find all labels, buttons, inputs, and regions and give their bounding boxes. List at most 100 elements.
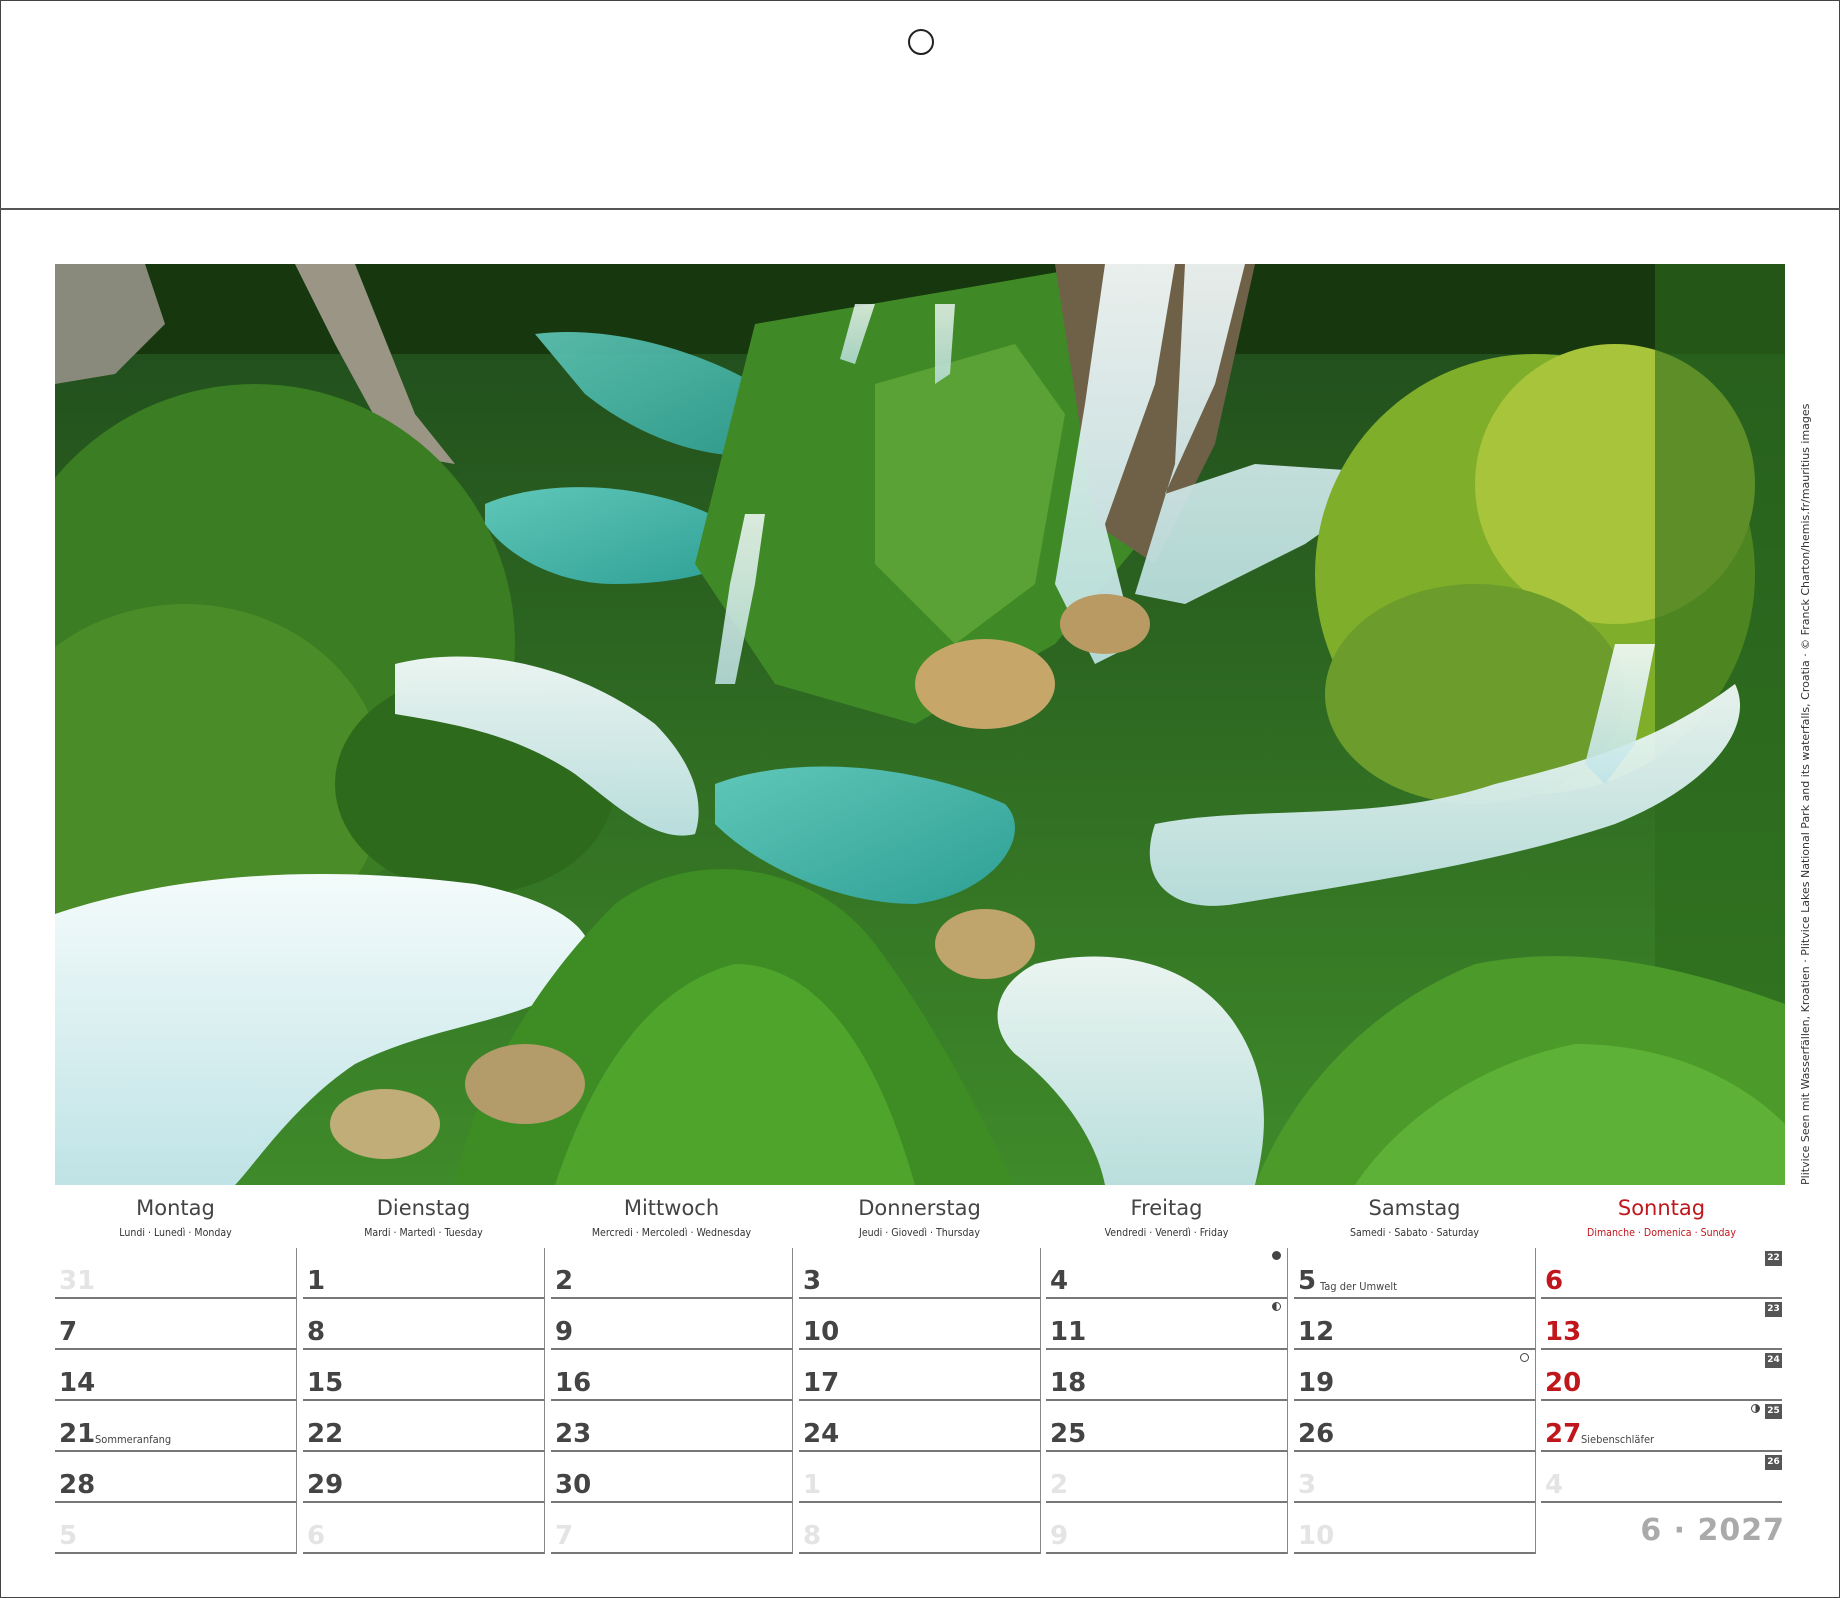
weekday-header-donnerstag: Donnerstag Jeudi · Giovedì · Thursday (799, 1196, 1040, 1239)
weekday-name: Sonntag (1617, 1196, 1706, 1220)
day-cell: 5 (55, 1503, 297, 1554)
day-cell: 22 (303, 1401, 545, 1452)
day-cell: 15 (303, 1350, 545, 1401)
day-cell: 9 (1046, 1503, 1288, 1554)
day-number: 12 (1298, 1317, 1335, 1347)
day-cell: 31 (55, 1248, 297, 1299)
day-number: 31 (59, 1266, 96, 1296)
day-cell: 13 23 (1541, 1299, 1782, 1350)
weekday-header-mittwoch: Mittwoch Mercredi · Mercoledì · Wednesday (551, 1196, 792, 1239)
day-note: Sommeranfang (95, 1433, 172, 1446)
day-number: 22 (307, 1419, 344, 1449)
day-number: 20 (1545, 1368, 1582, 1398)
week-number-badge: 22 (1765, 1251, 1782, 1266)
day-cell: 16 (551, 1350, 793, 1401)
moon-phase-icon (1751, 1404, 1760, 1413)
day-cell: 25 (1046, 1401, 1288, 1452)
day-number: 26 (1298, 1419, 1335, 1449)
day-cell: 20 24 (1541, 1350, 1782, 1401)
day-cell: 7 (55, 1299, 297, 1350)
weekday-name: Mittwoch (623, 1196, 720, 1220)
day-cell: 6 (303, 1503, 545, 1554)
day-number: 28 (59, 1470, 96, 1500)
weekday-header-samstag: Samstag Samedi · Sabato · Saturday (1294, 1196, 1535, 1239)
day-number: 17 (803, 1368, 840, 1398)
weekday-name: Donnerstag (858, 1196, 981, 1220)
weekday-name: Dienstag (376, 1196, 471, 1220)
day-cell: 10 (799, 1299, 1041, 1350)
day-number: 10 (1298, 1521, 1335, 1551)
weekday-translations: Dimanche · Domenica · Sunday (1587, 1227, 1736, 1239)
day-number: 1 (803, 1470, 822, 1500)
day-number: 11 (1050, 1317, 1087, 1347)
moon-phase-icon (1520, 1353, 1529, 1362)
day-cell: 4 26 (1541, 1452, 1782, 1503)
day-number: 21 (59, 1419, 96, 1449)
day-number: 24 (803, 1419, 840, 1449)
day-number: 4 (1545, 1470, 1564, 1500)
day-number: 18 (1050, 1368, 1087, 1398)
day-cell: 8 (799, 1503, 1041, 1554)
day-number: 3 (1298, 1470, 1317, 1500)
day-cell: 28 (55, 1452, 297, 1503)
day-number: 8 (307, 1317, 326, 1347)
weekday-header-sonntag: Sonntag Dimanche · Domenica · Sunday (1541, 1196, 1782, 1239)
day-number: 25 (1050, 1419, 1087, 1449)
calendar-photo (55, 264, 1785, 1185)
day-cell: 1 (799, 1452, 1041, 1503)
weekday-header-freitag: Freitag Vendredi · Venerdì · Friday (1046, 1196, 1287, 1239)
day-note: Siebenschläfer (1581, 1433, 1655, 1446)
moon-phase-icon (1272, 1302, 1281, 1311)
day-cell: 6 22 (1541, 1248, 1782, 1299)
day-cell: 24 (799, 1401, 1041, 1452)
day-number: 9 (555, 1317, 574, 1347)
day-cell: 27 Siebenschläfer 25 (1541, 1401, 1782, 1452)
day-number: 5 (59, 1521, 78, 1551)
moon-phase-icon (1272, 1251, 1281, 1260)
day-number: 3 (803, 1266, 822, 1296)
day-number: 6 (1545, 1266, 1564, 1296)
day-cell: 18 (1046, 1350, 1288, 1401)
weekday-translations: Jeudi · Giovedì · Thursday (859, 1227, 980, 1239)
day-cell: 19 (1294, 1350, 1536, 1401)
day-cell: 2 (551, 1248, 793, 1299)
weekday-translations: Lundi · Lunedì · Monday (119, 1227, 232, 1239)
weekday-translations: Mardi · Martedì · Tuesday (364, 1227, 483, 1239)
day-number: 9 (1050, 1521, 1069, 1551)
day-number: 29 (307, 1470, 344, 1500)
day-cell: 17 (799, 1350, 1041, 1401)
day-number: 15 (307, 1368, 344, 1398)
day-cell: 4 (1046, 1248, 1288, 1299)
day-number: 4 (1050, 1266, 1069, 1296)
day-cell: 30 (551, 1452, 793, 1503)
photo-credit: Plitvice Seen mit Wasserfällen, Kroatien… (1799, 403, 1812, 1185)
day-number: 10 (803, 1317, 840, 1347)
day-cell: 5 Tag der Umwelt (1294, 1248, 1536, 1299)
weekday-name: Montag (136, 1196, 215, 1220)
calendar-header-strip (0, 0, 1840, 210)
weekday-header-montag: Montag Lundi · Lunedì · Monday (55, 1196, 296, 1239)
day-number: 8 (803, 1521, 822, 1551)
day-number: 13 (1545, 1317, 1582, 1347)
day-note: Tag der Umwelt (1320, 1280, 1397, 1293)
day-number: 30 (555, 1470, 592, 1500)
day-number: 14 (59, 1368, 96, 1398)
weekday-translations: Mercredi · Mercoledì · Wednesday (591, 1227, 752, 1239)
day-number: 6 (307, 1521, 326, 1551)
day-number: 7 (555, 1521, 574, 1551)
day-number: 2 (1050, 1470, 1069, 1500)
day-cell: 3 (799, 1248, 1041, 1299)
day-number: 1 (307, 1266, 326, 1296)
day-cell: 21 Sommeranfang (55, 1401, 297, 1452)
week-number-badge: 24 (1765, 1353, 1782, 1368)
day-number: 5 (1298, 1266, 1317, 1296)
day-cell: 3 (1294, 1452, 1536, 1503)
weekday-name: Freitag (1130, 1196, 1203, 1220)
day-cell: 8 (303, 1299, 545, 1350)
day-number: 16 (555, 1368, 592, 1398)
day-number: 27 (1545, 1419, 1582, 1449)
day-cell: 1 (303, 1248, 545, 1299)
day-cell: 10 (1294, 1503, 1536, 1554)
day-number: 7 (59, 1317, 78, 1347)
day-number: 19 (1298, 1368, 1335, 1398)
